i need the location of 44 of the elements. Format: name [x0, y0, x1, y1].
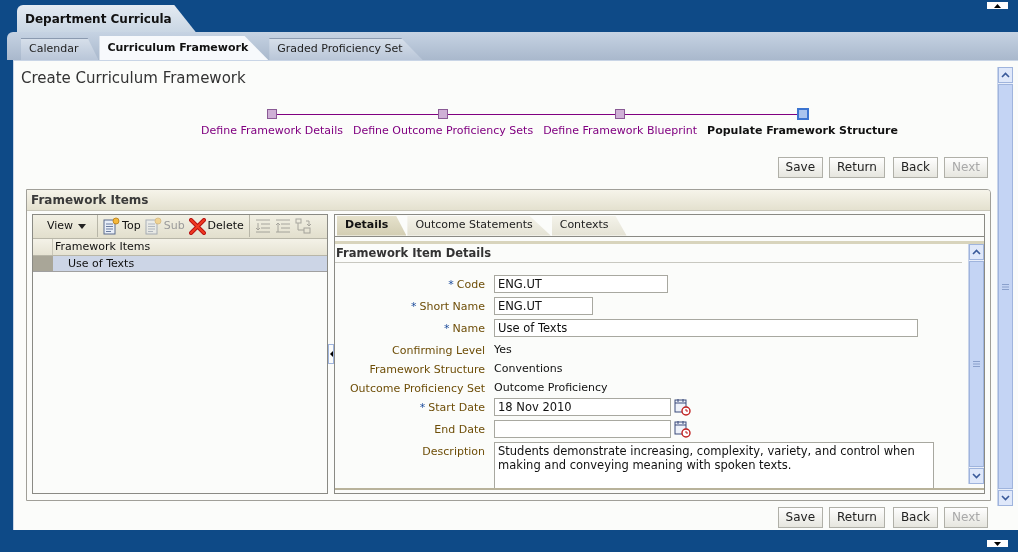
field-label: Outcome Proficiency Set — [349, 380, 485, 397]
page-title: Create Curriculum Framework — [21, 69, 247, 87]
toolbar-button[interactable]: Delete — [186, 216, 246, 236]
train-step-label[interactable]: Define Framework Blueprint — [538, 123, 703, 140]
train-step-label: Populate Framework Structure — [706, 123, 899, 139]
field-value: Conventions — [494, 360, 563, 377]
field-label: Description — [422, 443, 485, 460]
description-field[interactable]: Students demonstrate increasing, complexity, variety, and control when making and conveying meaning with spoken texts. — [494, 441, 934, 488]
field-label: Name — [452, 320, 485, 337]
field-value: Yes — [494, 341, 512, 358]
section-title: Framework Item Details — [335, 243, 962, 263]
train-step-label[interactable]: Define Framework Details — [196, 123, 348, 140]
required-marker: * — [411, 298, 417, 315]
tab[interactable]: Calendar — [21, 38, 99, 60]
field-label: Framework Structure — [369, 361, 485, 378]
train-step-label[interactable]: Define Outcome Proficiency Sets — [347, 123, 539, 140]
tab[interactable]: Details — [337, 215, 407, 236]
tab[interactable]: Contexts — [551, 215, 627, 236]
action-button[interactable]: Back — [892, 506, 939, 528]
view-menu[interactable]: View — [33, 216, 95, 236]
required-marker: * — [444, 320, 450, 337]
tab[interactable]: Outcome Statements — [407, 215, 551, 236]
field-label: Start Date — [428, 399, 485, 416]
field-label: End Date — [434, 421, 485, 438]
required-marker: * — [419, 399, 426, 416]
action-button[interactable]: Save — [777, 156, 824, 178]
field-label: Short Name — [419, 298, 485, 315]
text-field[interactable]: Use of Texts — [494, 318, 918, 337]
field-value: Outcome Proficiency — [494, 379, 608, 396]
panel-title: Framework Items — [27, 189, 990, 211]
field-label: Code — [456, 276, 485, 293]
action-button[interactable]: Save — [777, 506, 824, 528]
text-field[interactable]: ENG.UT — [494, 274, 668, 293]
tab[interactable]: Curriculum Framework — [99, 36, 269, 60]
field-label: Confirming Level — [392, 342, 485, 359]
app-tab[interactable]: Department Curricula — [17, 5, 196, 32]
action-button[interactable]: Return — [829, 156, 885, 178]
tab[interactable]: Graded Proficiency Set — [269, 38, 423, 60]
action-button[interactable]: Back — [892, 156, 939, 178]
date-field[interactable]: 18 Nov 2010 — [494, 397, 671, 416]
required-marker: * — [448, 276, 454, 293]
toolbar-button[interactable]: Top — [101, 216, 143, 236]
text-field[interactable]: ENG.UT — [494, 296, 593, 315]
action-button[interactable]: Return — [829, 506, 885, 528]
